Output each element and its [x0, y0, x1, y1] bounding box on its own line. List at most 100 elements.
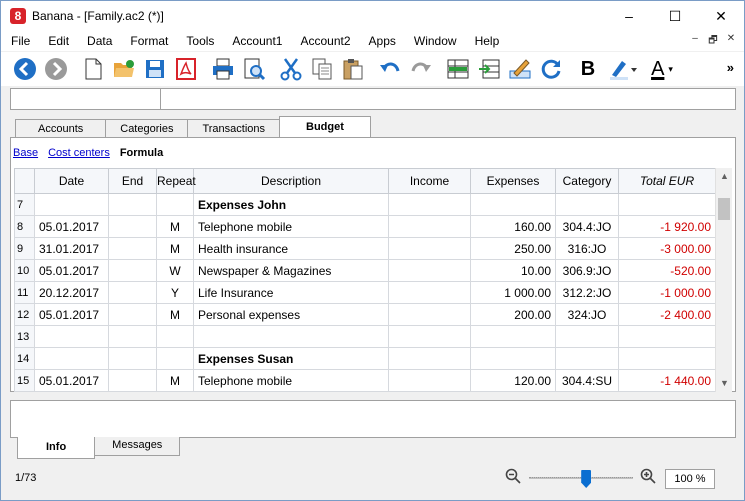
menu-account2[interactable]: Account2 — [291, 31, 359, 51]
cell-repeat[interactable]: Y — [156, 281, 194, 304]
maximize-button[interactable]: ☐ — [652, 1, 698, 31]
cell-total[interactable]: -520.00 — [618, 259, 716, 282]
cell-expenses[interactable]: 250.00 — [470, 237, 556, 260]
cell-end[interactable] — [108, 193, 157, 216]
table-row[interactable]: 14 Expenses Susan — [14, 347, 716, 370]
cell-income[interactable] — [388, 215, 471, 238]
cell-total[interactable] — [618, 193, 716, 216]
cell-income[interactable] — [388, 369, 471, 392]
cell-description[interactable]: Newspaper & Magazines — [193, 259, 389, 282]
undo-icon[interactable] — [376, 55, 404, 83]
col-header-income[interactable]: Income — [388, 168, 471, 194]
menu-apps[interactable]: Apps — [360, 31, 405, 51]
cell-description[interactable]: Health insurance — [193, 237, 389, 260]
cell-date[interactable] — [34, 193, 109, 216]
toolbar-overflow-button[interactable]: » — [727, 60, 734, 75]
menu-edit[interactable]: Edit — [39, 31, 78, 51]
save-icon[interactable] — [141, 55, 169, 83]
cell-date[interactable]: 31.01.2017 — [34, 237, 109, 260]
menu-data[interactable]: Data — [78, 31, 121, 51]
cell-category[interactable] — [555, 193, 619, 216]
cell-expenses[interactable]: 10.00 — [470, 259, 556, 282]
recheck-icon[interactable] — [537, 55, 565, 83]
table-row[interactable]: 7 Expenses John — [14, 193, 716, 216]
cell-total[interactable] — [618, 347, 716, 370]
zoom-slider-track[interactable] — [529, 477, 633, 479]
move-row-icon[interactable] — [475, 55, 503, 83]
cell-end[interactable] — [108, 215, 157, 238]
cell-repeat[interactable]: M — [156, 237, 194, 260]
cell-description[interactable]: Life Insurance — [193, 281, 389, 304]
tab-budget[interactable]: Budget — [279, 116, 371, 138]
cell-category[interactable]: 324:JO — [555, 303, 619, 326]
tab-info[interactable]: Info — [17, 437, 96, 459]
table-row[interactable]: 12 05.01.2017 M Personal expenses 200.00 324:… — [14, 303, 716, 326]
new-file-icon[interactable] — [79, 55, 107, 83]
cell-repeat[interactable] — [156, 347, 194, 370]
table-row[interactable]: 15 05.01.2017 M Telephone mobile 120.00 304.4… — [14, 369, 716, 392]
cell-description[interactable]: Expenses Susan — [193, 347, 389, 370]
cell-date[interactable] — [34, 347, 109, 370]
cell-date[interactable] — [34, 325, 109, 348]
paste-icon[interactable] — [339, 55, 367, 83]
cell-income[interactable] — [388, 303, 471, 326]
col-header-rownum[interactable] — [14, 168, 35, 194]
cell-expenses[interactable] — [470, 325, 556, 348]
font-color-icon[interactable]: A ▾ — [644, 55, 680, 83]
cell-end[interactable] — [108, 325, 157, 348]
menu-window[interactable]: Window — [405, 31, 466, 51]
zoom-out-icon[interactable] — [505, 468, 521, 484]
table-row[interactable]: 10 05.01.2017 W Newspaper & Magazines 10.00 3… — [14, 259, 716, 282]
view-formula[interactable]: Formula — [120, 147, 163, 159]
cell-description[interactable] — [193, 325, 389, 348]
cell-expenses[interactable]: 200.00 — [470, 303, 556, 326]
cut-icon[interactable] — [277, 55, 305, 83]
col-header-description[interactable]: Description — [193, 168, 389, 194]
cell-income[interactable] — [388, 237, 471, 260]
back-icon[interactable] — [11, 55, 39, 83]
cell-total[interactable]: -2 400.00 — [618, 303, 716, 326]
row-number[interactable]: 7 — [14, 193, 35, 216]
cell-repeat[interactable]: W — [156, 259, 194, 282]
pdf-icon[interactable] — [172, 55, 200, 83]
col-header-expenses[interactable]: Expenses — [470, 168, 556, 194]
close-button[interactable]: ✕ — [698, 1, 744, 31]
add-row-icon[interactable] — [444, 55, 472, 83]
table-row[interactable]: 13 — [14, 325, 716, 348]
cell-total[interactable]: -3 000.00 — [618, 237, 716, 260]
cell-repeat[interactable]: M — [156, 303, 194, 326]
menu-format[interactable]: Format — [121, 31, 177, 51]
forward-icon[interactable] — [42, 55, 70, 83]
cell-description[interactable]: Telephone mobile — [193, 369, 389, 392]
table-row[interactable]: 8 05.01.2017 M Telephone mobile 160.00 304.4:… — [14, 215, 716, 238]
row-number[interactable]: 14 — [14, 347, 35, 370]
cell-repeat[interactable] — [156, 325, 194, 348]
cell-total[interactable]: -1 000.00 — [618, 281, 716, 304]
cell-description[interactable]: Personal expenses — [193, 303, 389, 326]
zoom-in-icon[interactable] — [640, 468, 656, 484]
col-header-total[interactable]: Total EUR — [618, 168, 716, 194]
cell-expenses[interactable] — [470, 347, 556, 370]
mdi-close-button[interactable]: ✕ — [724, 33, 738, 50]
cell-expenses[interactable]: 160.00 — [470, 215, 556, 238]
cell-reference-field[interactable] — [11, 89, 161, 109]
cell-end[interactable] — [108, 281, 157, 304]
menu-file[interactable]: File — [1, 31, 39, 51]
row-number[interactable]: 13 — [14, 325, 35, 348]
scroll-thumb[interactable] — [718, 198, 730, 220]
mdi-minimize-button[interactable]: – — [688, 33, 702, 50]
cell-income[interactable] — [388, 193, 471, 216]
cell-category[interactable]: 304.4:SU — [555, 369, 619, 392]
cell-category[interactable] — [555, 347, 619, 370]
cell-end[interactable] — [108, 347, 157, 370]
view-base[interactable]: Base — [13, 147, 38, 159]
cell-category[interactable]: 304.4:JO — [555, 215, 619, 238]
copy-icon[interactable] — [308, 55, 336, 83]
cell-date[interactable]: 05.01.2017 — [34, 259, 109, 282]
cell-date[interactable]: 05.01.2017 — [34, 369, 109, 392]
cell-end[interactable] — [108, 303, 157, 326]
col-header-category[interactable]: Category — [555, 168, 619, 194]
cell-expenses[interactable]: 120.00 — [470, 369, 556, 392]
cell-expenses[interactable]: 1 000.00 — [470, 281, 556, 304]
row-number[interactable]: 8 — [14, 215, 35, 238]
